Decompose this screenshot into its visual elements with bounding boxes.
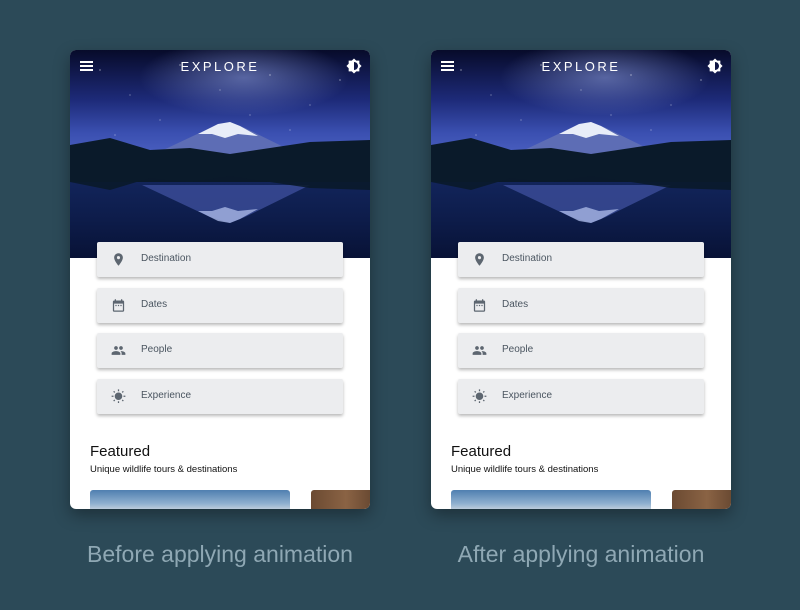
- destination-label: Destination: [502, 253, 553, 264]
- caption-before: Before applying animation: [87, 541, 353, 567]
- app-title: EXPLORE: [180, 59, 260, 74]
- featured-subtitle: Unique wildlife tours & destinations: [451, 464, 599, 475]
- featured-card[interactable]: [90, 490, 290, 509]
- dates-label: Dates: [502, 299, 529, 310]
- experience-label: Experience: [502, 390, 553, 401]
- sun-icon: [111, 389, 126, 404]
- dates-label: Dates: [141, 299, 168, 310]
- dates-field[interactable]: Dates: [458, 288, 704, 323]
- app-title: EXPLORE: [541, 59, 621, 74]
- people-icon: [111, 346, 126, 355]
- sun-icon: [472, 389, 487, 404]
- phone-screen-after: EXPLORE Destination Dates People Experie…: [431, 50, 731, 509]
- brightness-icon[interactable]: [707, 58, 723, 74]
- dates-field[interactable]: Dates: [97, 288, 343, 323]
- people-field[interactable]: People: [97, 333, 343, 368]
- calendar-icon: [473, 299, 486, 312]
- people-icon: [472, 346, 487, 355]
- featured-subtitle: Unique wildlife tours & destinations: [90, 464, 238, 475]
- location-pin-icon: [114, 253, 123, 266]
- top-app-bar: EXPLORE: [431, 50, 731, 82]
- experience-label: Experience: [141, 390, 192, 401]
- experience-field[interactable]: Experience: [458, 379, 704, 414]
- calendar-icon: [112, 299, 125, 312]
- featured-heading: Featured: [451, 443, 512, 460]
- destination-field[interactable]: Destination: [458, 242, 704, 277]
- experience-field[interactable]: Experience: [97, 379, 343, 414]
- destination-label: Destination: [141, 253, 192, 264]
- destination-field[interactable]: Destination: [97, 242, 343, 277]
- people-label: People: [502, 344, 534, 355]
- top-app-bar: EXPLORE: [70, 50, 370, 82]
- caption-after: After applying animation: [457, 541, 705, 567]
- featured-heading: Featured: [90, 443, 151, 460]
- featured-card[interactable]: [672, 490, 731, 509]
- people-label: People: [141, 344, 173, 355]
- phone-screen-before: EXPLORE Destination Dates People Experie…: [70, 50, 370, 509]
- location-pin-icon: [475, 253, 484, 266]
- people-field[interactable]: People: [458, 333, 704, 368]
- featured-card[interactable]: [311, 490, 370, 509]
- brightness-icon[interactable]: [346, 58, 362, 74]
- featured-card[interactable]: [451, 490, 651, 509]
